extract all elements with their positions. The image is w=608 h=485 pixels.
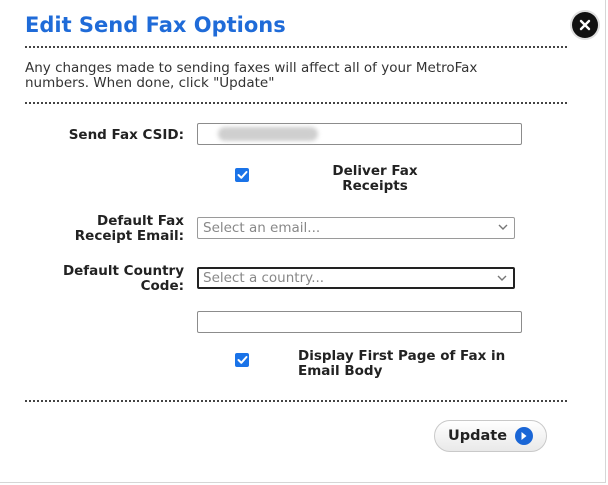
separator: [25, 102, 567, 104]
deliver-receipts-checkbox[interactable]: [235, 168, 249, 182]
chevron-down-icon: [497, 275, 507, 281]
close-icon: [579, 19, 591, 31]
display-first-page-checkbox[interactable]: [235, 353, 249, 367]
country-code-label: Default Country Code:: [62, 263, 184, 294]
phone-number-input[interactable]: [197, 311, 522, 333]
close-button[interactable]: [572, 12, 598, 38]
redacted-value: [218, 127, 318, 141]
csid-label: Send Fax CSID:: [68, 127, 184, 143]
dialog-title: Edit Send Fax Options: [25, 13, 286, 37]
update-button[interactable]: Update: [434, 420, 547, 452]
receipt-email-select[interactable]: Select an email...: [197, 217, 515, 239]
country-code-select[interactable]: Select a country...: [197, 267, 515, 289]
separator: [25, 400, 567, 402]
checkmark-icon: [237, 356, 247, 364]
checkmark-icon: [237, 171, 247, 179]
deliver-receipts-label: Deliver Fax Receipts: [332, 163, 418, 194]
display-first-page-label: Display First Page of Fax in Email Body: [298, 348, 506, 379]
edit-send-fax-options-dialog: Edit Send Fax Options Any changes made t…: [0, 0, 606, 483]
intro-text: Any changes made to sending faxes will a…: [25, 60, 478, 91]
csid-input[interactable]: [197, 123, 522, 145]
receipt-email-label: Default Fax Receipt Email:: [74, 213, 184, 244]
separator: [25, 46, 567, 48]
chevron-down-icon: [498, 224, 508, 230]
arrow-right-circle-icon: [515, 427, 534, 445]
